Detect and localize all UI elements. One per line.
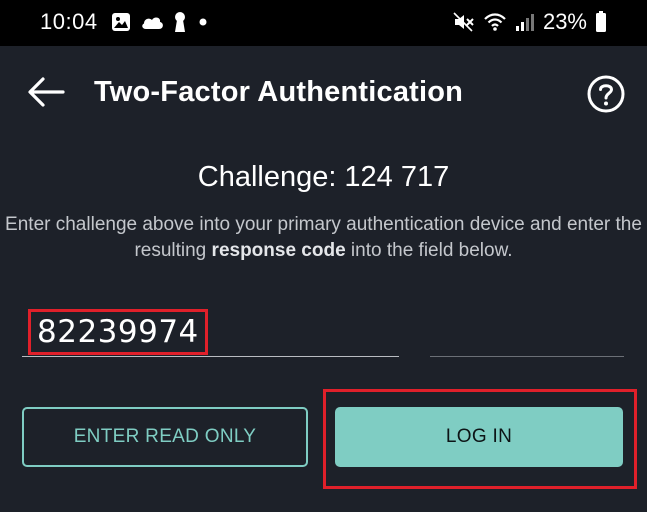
image-icon: [111, 12, 131, 32]
cloud-icon: [140, 14, 164, 30]
two-factor-screen: 10:04 23% Two-Factor Authentication Chal…: [0, 0, 647, 512]
battery-icon: [595, 11, 607, 33]
signal-icon: [515, 12, 535, 32]
help-button[interactable]: [586, 74, 626, 114]
challenge-label: Challenge:: [197, 161, 337, 193]
page-title: Two-Factor Authentication: [94, 76, 464, 108]
instructions-text: Enter challenge above into your primary …: [0, 212, 647, 264]
secondary-input[interactable]: [430, 306, 624, 357]
keyhole-icon: [173, 11, 187, 33]
challenge-code: 124 717: [344, 161, 450, 193]
status-right: 23%: [453, 9, 607, 35]
instructions-part-2: into the field below.: [345, 240, 513, 261]
dot-icon: [196, 15, 210, 29]
challenge-line: Challenge: 124 717: [0, 161, 647, 194]
enter-read-only-button[interactable]: ENTER READ ONLY: [22, 407, 308, 467]
response-code-input[interactable]: 82239974: [22, 306, 399, 357]
back-button[interactable]: [26, 74, 66, 114]
mute-icon: [453, 12, 475, 32]
question-circle-icon: [586, 75, 626, 118]
battery-percent: 23%: [542, 9, 587, 34]
log-in-button[interactable]: LOG IN: [335, 407, 623, 467]
status-left: 10:04: [40, 9, 210, 35]
status-bar: 10:04 23%: [0, 0, 647, 46]
instructions-bold: response code: [211, 240, 346, 261]
wifi-icon: [483, 12, 507, 32]
response-code-value: 82239974: [28, 309, 208, 355]
arrow-left-icon: [27, 76, 65, 113]
status-time: 10:04: [40, 9, 98, 34]
app-bar: Two-Factor Authentication: [0, 46, 647, 142]
